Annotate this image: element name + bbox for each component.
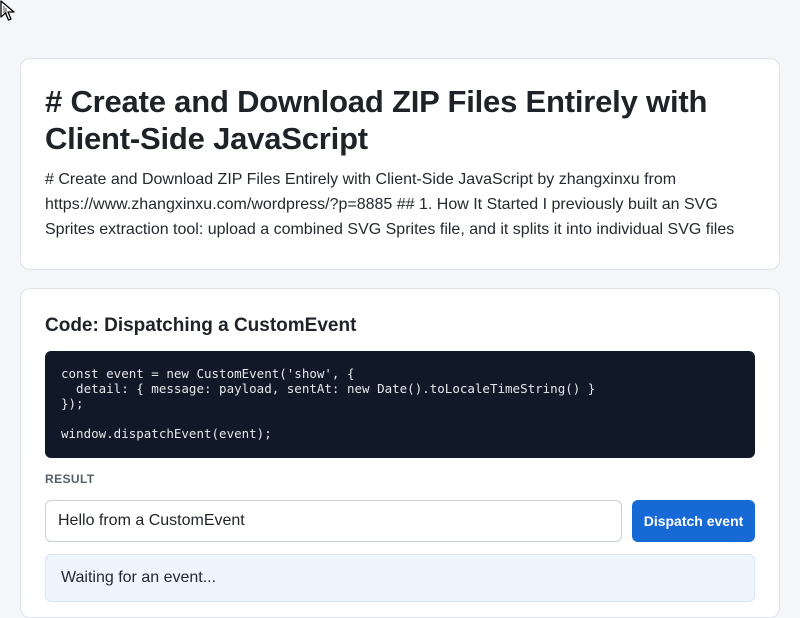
message-input[interactable] [45, 500, 622, 542]
result-label: RESULT [45, 472, 95, 486]
event-status-panel: Waiting for an event... [45, 554, 755, 602]
article-summary: # Create and Download ZIP Files Entirely… [45, 171, 735, 238]
article-title: # Create and Download ZIP Files Entirely… [45, 84, 708, 156]
event-status-text: Waiting for an event... [61, 569, 217, 586]
code-section-title: Code: Dispatching a CustomEvent [45, 315, 357, 336]
article-card: # Create and Download ZIP Files Entirely… [20, 58, 780, 270]
event-input-row: Dispatch event [45, 500, 755, 542]
custom-event-demo-card: Code: Dispatching a CustomEvent const ev… [20, 288, 780, 618]
code-block: const event = new CustomEvent('show', { … [45, 351, 755, 458]
mouse-pointer-icon [0, 0, 15, 21]
dispatch-event-button[interactable]: Dispatch event [632, 500, 755, 542]
